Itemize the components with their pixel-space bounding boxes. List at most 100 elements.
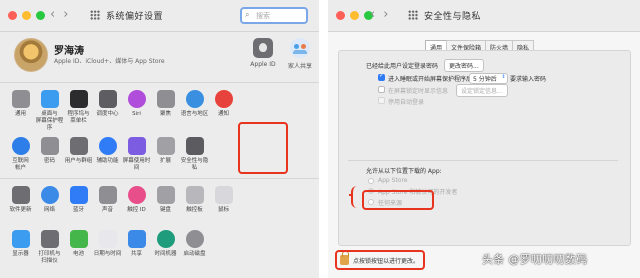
bell-icon bbox=[214, 90, 233, 108]
pref-keyboard[interactable]: 键盘 bbox=[151, 186, 180, 214]
calendar-clock-icon bbox=[98, 230, 117, 248]
user-name: 罗海涛 bbox=[54, 46, 84, 57]
show-all-grid-icon[interactable] bbox=[90, 10, 100, 20]
pref-label: 用户与群组 bbox=[64, 158, 93, 164]
bluetooth-icon bbox=[69, 186, 88, 204]
pref-hourglass[interactable]: 屏幕使用时间 bbox=[122, 137, 151, 172]
pref-general[interactable]: 通用 bbox=[6, 90, 35, 132]
at-icon bbox=[11, 137, 30, 155]
require-password-checkbox[interactable] bbox=[378, 72, 385, 81]
battery-icon bbox=[69, 230, 88, 248]
change-password-button[interactable]: 更改密码... bbox=[444, 59, 484, 72]
titlebar: ‹ › 安全性与隐私 bbox=[328, 0, 640, 32]
annotation-bracket bbox=[349, 186, 358, 208]
mouse-icon bbox=[214, 186, 233, 204]
minimize-button[interactable] bbox=[350, 11, 359, 20]
zoom-button[interactable] bbox=[36, 11, 45, 20]
pref-mouse[interactable]: 鼠标 bbox=[209, 186, 238, 214]
pref-time-machine[interactable]: 时间机器 bbox=[151, 230, 180, 265]
pref-row-4: 显示器 打印机与 扫描仪 电池 日期与时间 共享 时间机器 启动磁盘 bbox=[6, 230, 318, 265]
pref-house-lock[interactable]: 安全性与隐私 bbox=[180, 137, 209, 172]
pref-accessibility[interactable]: 辅助功能 bbox=[93, 137, 122, 172]
pref-label: Siri bbox=[132, 111, 141, 117]
family-sharing-icon bbox=[290, 38, 310, 58]
pref-label: 触控 ID bbox=[127, 207, 146, 213]
back-chevron-icon[interactable]: ‹ bbox=[50, 8, 55, 22]
user-account-header[interactable]: 罗海涛 Apple ID、iCloud+、媒体与 App Store Apple… bbox=[0, 34, 319, 80]
pref-calendar-clock[interactable]: 日期与时间 bbox=[93, 230, 122, 265]
divider bbox=[0, 82, 319, 83]
pref-gear[interactable]: 软件更新 bbox=[6, 186, 35, 214]
show-all-grid-icon[interactable] bbox=[408, 10, 418, 20]
pref-at[interactable]: 互联网 帐户 bbox=[6, 137, 35, 172]
display-icon bbox=[11, 230, 30, 248]
pref-label: 触控板 bbox=[186, 207, 203, 213]
avatar[interactable] bbox=[14, 38, 48, 72]
pref-label: 屏幕使用时间 bbox=[122, 158, 151, 171]
pref-label: 辅助功能 bbox=[96, 158, 119, 164]
window-controls bbox=[8, 11, 45, 20]
pref-share-folder[interactable]: 共享 bbox=[122, 230, 151, 265]
pref-speaker[interactable]: 声音 bbox=[93, 186, 122, 214]
family-sharing-label: 家人共享 bbox=[287, 63, 312, 70]
pref-label: 日期与时间 bbox=[93, 251, 122, 257]
pref-label: 网络 bbox=[43, 207, 55, 213]
accessibility-icon bbox=[98, 137, 117, 155]
pref-mission-control[interactable]: 调度中心 bbox=[93, 90, 122, 132]
fingerprint-icon bbox=[127, 186, 146, 204]
pref-dock[interactable]: 程序坞与 菜单栏 bbox=[64, 90, 93, 132]
require-password-suffix: 要求输入密码 bbox=[510, 76, 547, 83]
pref-spotlight[interactable]: 聚焦 bbox=[151, 90, 180, 132]
password-delay-select[interactable]: 5 分钟后 bbox=[469, 73, 508, 84]
back-chevron-icon[interactable]: ‹ bbox=[370, 8, 375, 22]
spotlight-icon bbox=[156, 90, 175, 108]
pref-globe-flag[interactable]: 语言与地区 bbox=[180, 90, 209, 132]
security-privacy-window: ‹ › 安全性与隐私 通用 文件保险箱 防火墙 隐私 bbox=[328, 0, 640, 278]
allow-apps-title: 允许从以下位置下载的 App: bbox=[366, 168, 442, 175]
time-machine-icon bbox=[156, 230, 175, 248]
apple-id-pref[interactable]: Apple ID bbox=[243, 38, 283, 68]
apple-id-label: Apple ID bbox=[250, 61, 276, 68]
pref-key[interactable]: 密码 bbox=[35, 137, 64, 172]
pref-trackpad[interactable]: 触控板 bbox=[180, 186, 209, 214]
set-lock-message-button[interactable]: 设定锁定信息... bbox=[456, 84, 508, 97]
hourglass-icon bbox=[127, 137, 146, 155]
disk-icon bbox=[185, 230, 204, 248]
close-button[interactable] bbox=[8, 11, 17, 20]
pref-network-globe[interactable]: 网络 bbox=[35, 186, 64, 214]
pref-users[interactable]: 用户与群组 bbox=[64, 137, 93, 172]
pref-puzzle[interactable]: 扩展 bbox=[151, 137, 180, 172]
show-message-checkbox[interactable] bbox=[378, 86, 385, 93]
mission-control-icon bbox=[98, 90, 117, 108]
pref-label: 蓝牙 bbox=[72, 207, 84, 213]
pref-battery[interactable]: 电池 bbox=[64, 230, 93, 265]
window-title: 系统偏好设置 bbox=[106, 12, 164, 22]
network-globe-icon bbox=[40, 186, 59, 204]
pref-printer[interactable]: 打印机与 扫描仪 bbox=[35, 230, 64, 265]
search-icon: ⌕ bbox=[245, 10, 250, 19]
disable-autologin-text: 停用自动登录 bbox=[388, 99, 425, 106]
minimize-button[interactable] bbox=[22, 11, 31, 20]
pref-display[interactable]: 显示器 bbox=[6, 230, 35, 265]
pref-disk[interactable]: 启动磁盘 bbox=[180, 230, 209, 265]
keyboard-icon bbox=[156, 186, 175, 204]
share-folder-icon bbox=[127, 230, 146, 248]
pref-siri[interactable]: Siri bbox=[122, 90, 151, 132]
family-sharing-pref[interactable]: 家人共享 bbox=[280, 38, 319, 70]
pref-label: 安全性与隐私 bbox=[180, 158, 209, 171]
pref-bell[interactable]: 通知 bbox=[209, 90, 238, 132]
trackpad-icon bbox=[185, 186, 204, 204]
pref-fingerprint[interactable]: 触控 ID bbox=[122, 186, 151, 214]
disable-autologin-checkbox[interactable] bbox=[378, 97, 385, 104]
pref-bluetooth[interactable]: 蓝牙 bbox=[64, 186, 93, 214]
highlight-anywhere-option bbox=[362, 190, 434, 210]
pref-label: 语言与地区 bbox=[180, 111, 209, 117]
search-input[interactable]: ⌕ 搜索 bbox=[240, 7, 308, 24]
pref-label: 电池 bbox=[72, 251, 84, 257]
forward-chevron-icon[interactable]: › bbox=[63, 8, 68, 22]
close-button[interactable] bbox=[336, 11, 345, 20]
forward-chevron-icon[interactable]: › bbox=[383, 8, 388, 22]
pref-label: 密码 bbox=[43, 158, 55, 164]
pref-desktop[interactable]: 桌面与 屏幕保护程序 bbox=[35, 90, 64, 132]
radio-app-store[interactable] bbox=[368, 178, 374, 184]
